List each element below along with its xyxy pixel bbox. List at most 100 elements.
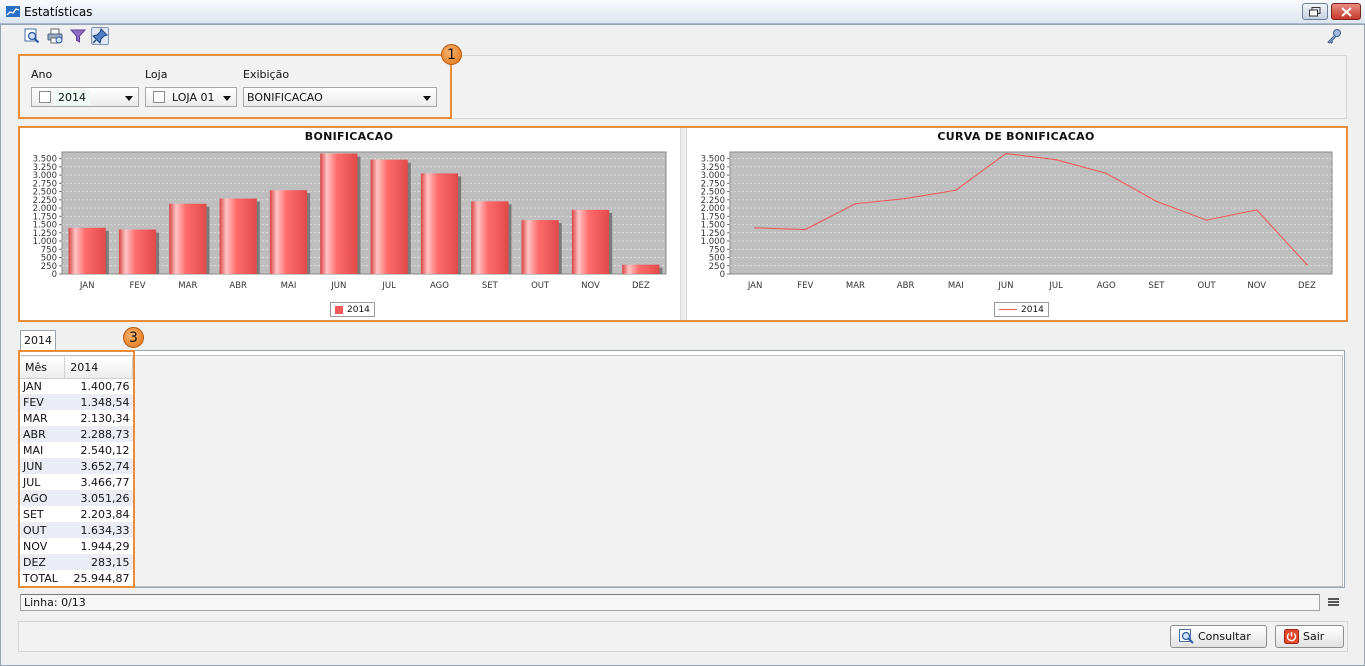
table-row[interactable]: DEZ 283,15	[20, 554, 133, 570]
month-cell: MAR	[20, 410, 65, 426]
pin-button[interactable]	[91, 27, 109, 45]
exibicao-combo[interactable]: BONIFICACAO	[243, 87, 437, 107]
line-chart-legend: 2014	[994, 302, 1049, 317]
table-row[interactable]: SET 2.203,84	[20, 506, 133, 522]
month-cell: DEZ	[20, 554, 65, 570]
month-cell: MAI	[20, 442, 65, 458]
x-tick-label: MAI	[281, 281, 297, 291]
x-tick-label: OUT	[1198, 281, 1217, 291]
filter-button[interactable]	[69, 27, 87, 45]
month-cell: TOTAL	[20, 570, 65, 586]
table-row[interactable]: ABR 2.288,73	[20, 426, 133, 442]
sair-button[interactable]: Sair	[1275, 625, 1344, 648]
value-cell: 25.944,87	[64, 570, 133, 586]
point-dez	[1306, 263, 1308, 266]
ano-checkbox[interactable]	[39, 91, 51, 103]
x-tick-label: MAI	[948, 281, 964, 291]
column-header-2014[interactable]: 2014	[64, 357, 133, 379]
table-row[interactable]: MAR 2.130,34	[20, 410, 133, 426]
x-tick-label: SET	[1148, 281, 1165, 291]
x-tick-label: JUN	[330, 281, 346, 291]
bar-mai	[269, 190, 308, 274]
table-row[interactable]: AGO 3.051,26	[20, 490, 133, 506]
restore-button[interactable]	[1302, 3, 1328, 20]
bar-jun	[320, 153, 358, 274]
chart-icon	[6, 6, 20, 17]
table-row[interactable]: NOV 1.944,29	[20, 538, 133, 554]
point-jul	[1055, 158, 1057, 161]
value-cell: 1.944,29	[64, 538, 133, 554]
bar-ago	[420, 173, 459, 274]
x-tick-label: JUL	[381, 281, 396, 291]
window-title: Estatísticas	[24, 5, 93, 19]
legend-label: 2014	[347, 304, 370, 315]
value-cell: 3.051,26	[64, 490, 133, 506]
tab-2014[interactable]: 2014	[20, 330, 56, 350]
value-cell: 283,15	[64, 554, 133, 570]
print-button[interactable]	[46, 27, 64, 45]
y-tick-label: 3.500	[701, 155, 725, 165]
x-tick-label: JAN	[747, 281, 763, 291]
value-cell: 3.652,74	[64, 458, 133, 474]
menu-icon[interactable]	[1328, 598, 1339, 607]
x-tick-label: FEV	[129, 281, 145, 291]
key-button[interactable]	[1325, 27, 1343, 45]
month-cell: AGO	[20, 490, 65, 506]
preview-button[interactable]	[23, 27, 41, 45]
value-cell: 2.203,84	[64, 506, 133, 522]
month-cell: FEV	[20, 394, 65, 410]
power-icon	[1284, 629, 1299, 644]
value-cell: 2.540,12	[64, 442, 133, 458]
title-bar: Estatísticas	[0, 0, 1365, 24]
chevron-down-icon	[423, 96, 431, 101]
x-tick-label: ABR	[897, 281, 915, 291]
month-cell: NOV	[20, 538, 65, 554]
y-tick-label: 3.500	[33, 155, 57, 165]
loja-checkbox[interactable]	[153, 91, 165, 103]
consultar-button[interactable]: Consultar	[1170, 625, 1267, 648]
point-fev	[804, 228, 807, 231]
table-row[interactable]: JAN 1.400,76	[20, 378, 133, 394]
x-tick-label: ABR	[229, 281, 247, 291]
table-total-row[interactable]: TOTAL 25.944,87	[20, 570, 133, 586]
month-cell: ABR	[20, 426, 65, 442]
callout-badge-3: 3	[123, 327, 144, 348]
bar-jan	[68, 227, 106, 274]
ano-combo[interactable]: 2014	[31, 87, 139, 107]
charts-divider	[680, 128, 687, 320]
bar-jul	[370, 159, 408, 274]
x-tick-label: NOV	[1247, 281, 1266, 291]
x-tick-label: MAR	[178, 281, 197, 291]
line-chart-title: CURVA DE BONIFICACAO	[937, 130, 1095, 143]
value-cell: 2.130,34	[64, 410, 133, 426]
x-tick-label: JAN	[79, 281, 95, 291]
legend-swatch	[335, 305, 343, 314]
table-row[interactable]: FEV 1.348,54	[20, 394, 133, 410]
value-cell: 2.288,73	[64, 426, 133, 442]
value-cell: 1.348,54	[64, 394, 133, 410]
pin-icon	[92, 28, 108, 44]
close-icon	[1340, 6, 1352, 17]
month-cell: OUT	[20, 522, 65, 538]
point-out	[1205, 219, 1208, 221]
close-button[interactable]	[1331, 3, 1361, 20]
bar-fev	[118, 229, 157, 274]
table-row[interactable]: OUT 1.634,33	[20, 522, 133, 538]
exibicao-value: BONIFICACAO	[247, 90, 323, 104]
x-tick-label: DEZ	[632, 281, 650, 291]
filter-icon	[70, 29, 86, 43]
month-cell: SET	[20, 506, 65, 522]
bar-mar	[169, 203, 207, 274]
table-row[interactable]: JUL 3.466,77	[20, 474, 133, 490]
x-tick-label: MAR	[846, 281, 865, 291]
point-mar	[854, 202, 857, 205]
ano-label: Ano	[31, 68, 53, 81]
table-row[interactable]: JUN 3.652,74	[20, 458, 133, 474]
column-header-mes[interactable]: Mês	[20, 357, 66, 379]
point-jan	[754, 227, 756, 229]
month-cell: JUL	[20, 474, 65, 490]
point-mai	[954, 189, 957, 192]
table-row[interactable]: MAI 2.540,12	[20, 442, 133, 458]
legend-label: 2014	[1021, 304, 1044, 315]
loja-combo[interactable]: LOJA 01	[145, 87, 237, 107]
